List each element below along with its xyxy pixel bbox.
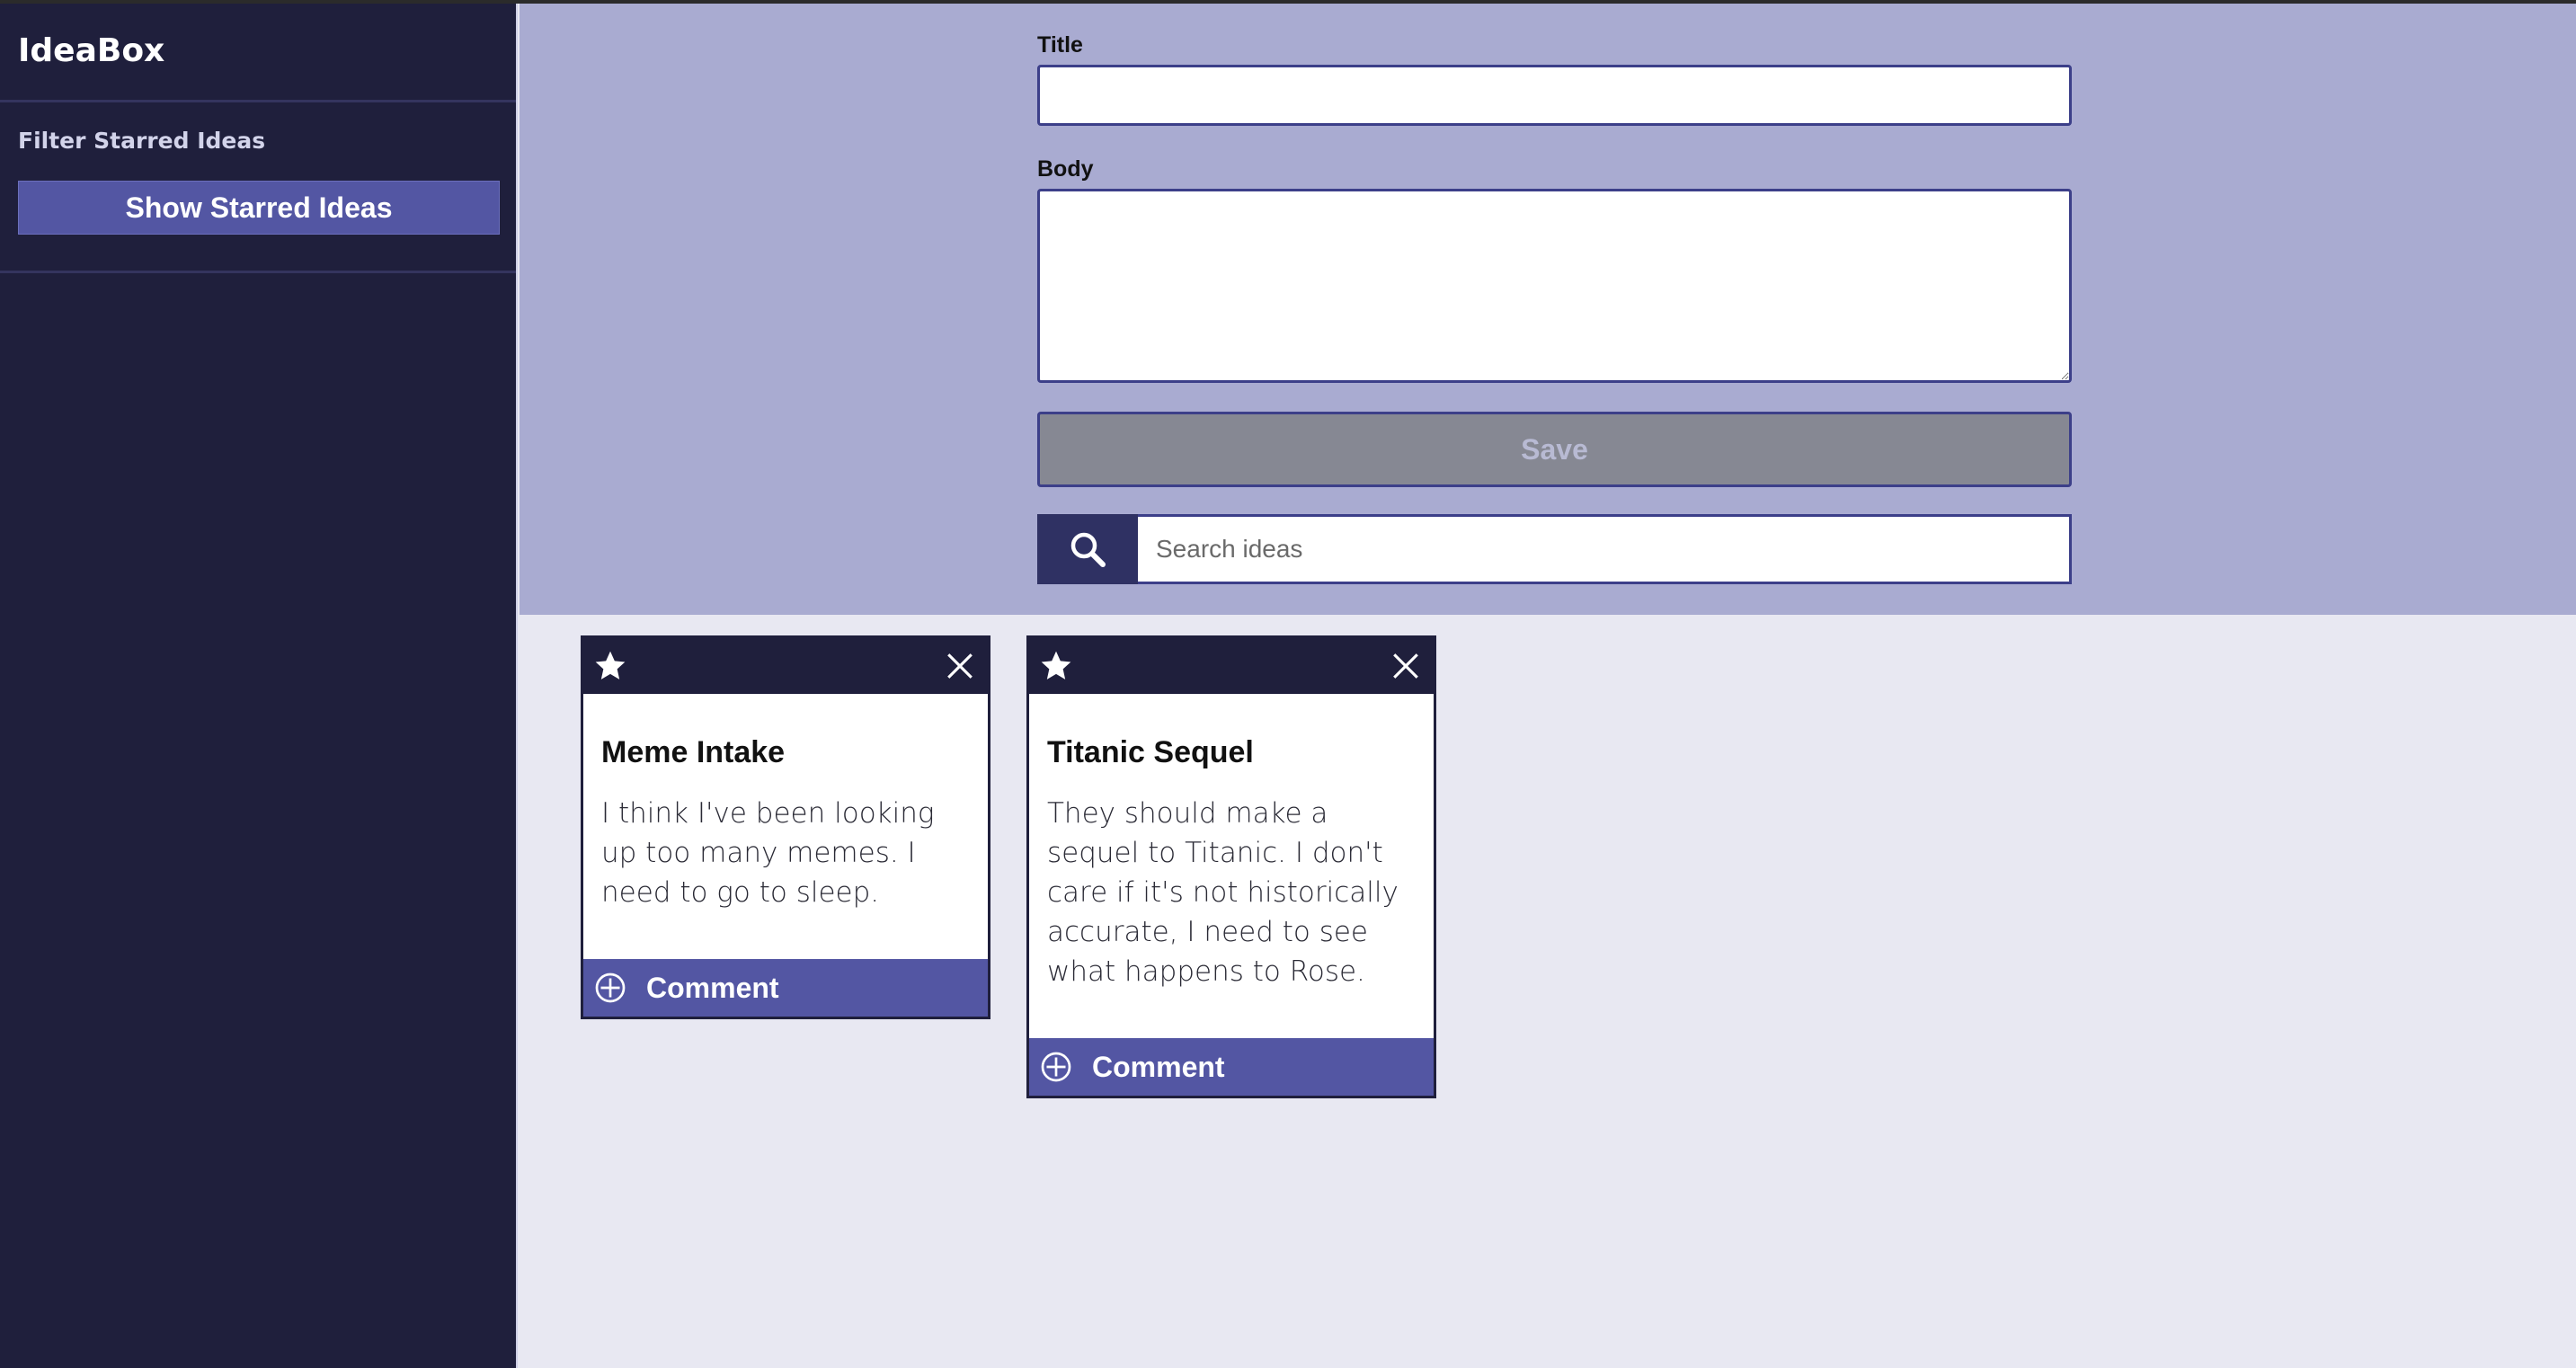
card-body: Titanic Sequel They should make a sequel… [1029, 694, 1434, 1038]
filter-label: Filter Starred Ideas [18, 128, 266, 154]
save-button[interactable]: Save [1037, 412, 2072, 487]
idea-body: They should make a sequel to Titanic. I … [1047, 797, 1399, 988]
title-label: Title [1037, 32, 1083, 58]
sidebar: IdeaBox Filter Starred Ideas Show Starre… [0, 4, 518, 1368]
search-button[interactable] [1037, 514, 1138, 584]
body-label: Body [1037, 156, 1094, 182]
idea-card: Meme Intake I think I've been looking up… [581, 635, 990, 1019]
close-icon[interactable] [945, 651, 975, 681]
star-icon[interactable] [1038, 648, 1074, 684]
plus-circle-icon [1040, 1051, 1072, 1083]
search-icon [1068, 529, 1107, 569]
comment-label: Comment [646, 971, 779, 1004]
card-header [583, 638, 988, 694]
body-textarea[interactable] [1037, 189, 2072, 383]
card-header [1029, 638, 1434, 694]
idea-body: I think I've been looking up too many me… [601, 797, 935, 909]
filter-section: Filter Starred Ideas Show Starred Ideas [0, 102, 516, 273]
comment-label: Comment [1092, 1050, 1225, 1083]
comment-button[interactable]: Comment [583, 959, 988, 1017]
idea-title: Titanic Sequel [1047, 735, 1254, 769]
idea-card: Titanic Sequel They should make a sequel… [1026, 635, 1436, 1098]
plus-circle-icon [594, 972, 626, 1004]
star-icon[interactable] [592, 648, 628, 684]
close-icon[interactable] [1390, 651, 1421, 681]
card-body: Meme Intake I think I've been looking up… [583, 694, 988, 959]
app-title: IdeaBox [0, 4, 516, 102]
idea-form: Title Body Save [1037, 32, 2072, 584]
search-bar [1037, 514, 2072, 584]
idea-form-area: Title Body Save [520, 4, 2576, 615]
comment-button[interactable]: Comment [1029, 1038, 1434, 1096]
search-input[interactable] [1138, 514, 2072, 584]
show-starred-button[interactable]: Show Starred Ideas [18, 181, 500, 235]
title-input[interactable] [1037, 65, 2072, 126]
idea-title: Meme Intake [601, 735, 786, 769]
